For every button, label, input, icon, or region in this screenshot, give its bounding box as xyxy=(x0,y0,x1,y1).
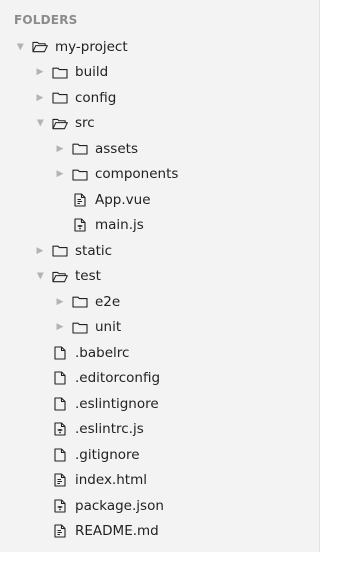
file-js-icon xyxy=(52,499,68,513)
disclosure-open-icon[interactable]: ▶ xyxy=(14,41,26,53)
file-icon xyxy=(52,448,68,462)
folder-icon xyxy=(72,320,88,334)
tree-folder[interactable]: ▶ my-project xyxy=(0,34,319,60)
disclosure-closed-icon[interactable]: ▶ xyxy=(54,143,66,155)
tree-file[interactable]: main.js xyxy=(0,213,319,239)
disclosure-closed-icon[interactable]: ▶ xyxy=(34,66,46,78)
tree-item-label: e2e xyxy=(95,293,121,310)
tree-item-label: src xyxy=(75,115,95,132)
tree-folder[interactable]: ▶ unit xyxy=(0,315,319,341)
file-code-icon xyxy=(52,473,68,487)
tree-file[interactable]: README.md xyxy=(0,519,319,545)
tree-item-label: my-project xyxy=(55,38,128,55)
folder-open-icon xyxy=(32,40,48,54)
tree-folder[interactable]: ▶ assets xyxy=(0,136,319,162)
disclosure-closed-icon[interactable]: ▶ xyxy=(54,296,66,308)
tree-folder[interactable]: ▶ components xyxy=(0,162,319,188)
tree-item-label: main.js xyxy=(95,217,144,234)
tree-file[interactable]: .editorconfig xyxy=(0,366,319,392)
tree-item-label: README.md xyxy=(75,523,159,540)
folder-open-icon xyxy=(52,269,68,283)
disclosure-open-icon[interactable]: ▶ xyxy=(34,117,46,129)
folder-icon xyxy=(52,91,68,105)
tree-file[interactable]: package.json xyxy=(0,493,319,519)
tree-file[interactable]: .eslintignore xyxy=(0,391,319,417)
tree-file[interactable]: .gitignore xyxy=(0,442,319,468)
folder-icon xyxy=(72,142,88,156)
tree-item-label: package.json xyxy=(75,497,164,514)
tree-item-label: App.vue xyxy=(95,191,151,208)
tree-file[interactable]: .babelrc xyxy=(0,340,319,366)
tree-folder[interactable]: ▶ e2e xyxy=(0,289,319,315)
tree-file[interactable]: App.vue xyxy=(0,187,319,213)
tree-folder[interactable]: ▶ test xyxy=(0,264,319,290)
sidebar-header: FOLDERS xyxy=(14,13,78,27)
folder-icon xyxy=(52,244,68,258)
sidebar-panel: FOLDERS ▶ my-project ▶ build ▶ config ▶ src ▶ ass… xyxy=(0,0,320,552)
disclosure-closed-icon[interactable]: ▶ xyxy=(54,321,66,333)
tree-item-label: index.html xyxy=(75,472,147,489)
file-tree: ▶ my-project ▶ build ▶ config ▶ src ▶ assets ▶ comp… xyxy=(0,34,319,544)
tree-item-label: components xyxy=(95,166,179,183)
tree-item-label: test xyxy=(75,268,101,285)
disclosure-closed-icon[interactable]: ▶ xyxy=(54,168,66,180)
tree-item-label: .eslintignore xyxy=(75,395,159,412)
tree-folder[interactable]: ▶ build xyxy=(0,60,319,86)
tree-item-label: static xyxy=(75,242,113,259)
file-icon xyxy=(52,371,68,385)
tree-item-label: assets xyxy=(95,140,138,157)
file-icon xyxy=(52,346,68,360)
disclosure-closed-icon[interactable]: ▶ xyxy=(34,92,46,104)
tree-item-label: unit xyxy=(95,319,122,336)
disclosure-closed-icon[interactable]: ▶ xyxy=(34,245,46,257)
folder-icon xyxy=(72,295,88,309)
file-code-icon xyxy=(72,193,88,207)
tree-item-label: .babelrc xyxy=(75,344,130,361)
tree-folder[interactable]: ▶ static xyxy=(0,238,319,264)
folder-open-icon xyxy=(52,116,68,130)
tree-folder[interactable]: ▶ config xyxy=(0,85,319,111)
tree-item-label: .editorconfig xyxy=(75,370,161,387)
tree-item-label: config xyxy=(75,89,117,106)
tree-item-label: .gitignore xyxy=(75,446,140,463)
tree-item-label: build xyxy=(75,64,109,81)
disclosure-open-icon[interactable]: ▶ xyxy=(34,270,46,282)
folder-icon xyxy=(52,65,68,79)
tree-file[interactable]: .eslintrc.js xyxy=(0,417,319,443)
file-icon xyxy=(52,397,68,411)
tree-file[interactable]: index.html xyxy=(0,468,319,494)
tree-folder[interactable]: ▶ src xyxy=(0,111,319,137)
file-code-icon xyxy=(52,524,68,538)
file-js-icon xyxy=(52,422,68,436)
folder-icon xyxy=(72,167,88,181)
tree-item-label: .eslintrc.js xyxy=(75,421,144,438)
file-js-icon xyxy=(72,218,88,232)
